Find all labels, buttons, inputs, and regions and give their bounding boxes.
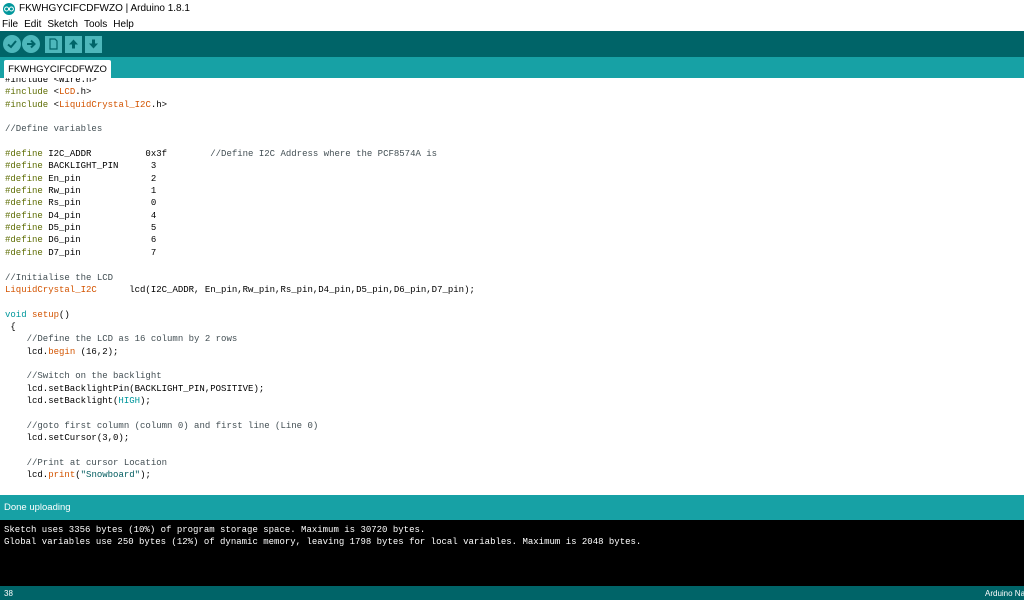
footer-bar: 38 Arduino Nano (0, 586, 1024, 600)
upload-button[interactable] (22, 35, 40, 53)
code-line: #define D5_pin 5 (5, 223, 157, 234)
checkmark-icon (7, 40, 17, 49)
status-bar: Done uploading (0, 495, 1024, 520)
save-button[interactable] (85, 35, 102, 53)
code-line: #define Rs_pin 0 (5, 198, 157, 209)
code-line: //Switch on the backlight (26, 371, 162, 382)
code-line: lcd.setBacklightPin(BACKLIGHT_PIN,POSITI… (5, 383, 265, 394)
menu-sketch[interactable]: Sketch (47, 19, 78, 30)
code-line: //Initialise the LCD (5, 272, 114, 283)
tab-sketch[interactable]: FKWHGYCIFCDFWZO (4, 60, 111, 78)
document-icon (49, 38, 58, 50)
code-editor[interactable]: #include <Wire.h> #include <LCD.h> #includ… (0, 78, 1024, 495)
code-line: lcd.setBacklight(HIGH); (5, 395, 151, 406)
code-line: #define I2C_ADDR 0x3f //Define I2C Addre… (5, 149, 438, 160)
up-arrow-icon (69, 39, 78, 49)
open-button[interactable] (65, 35, 82, 53)
code-line: #include <LiquidCrystal_I2C.h> (5, 99, 168, 110)
code-line: lcd.begin (16,2); (5, 346, 119, 357)
menu-tools[interactable]: Tools (84, 19, 107, 30)
title-bar: FKWHGYCIFCDFWZO | Arduino 1.8.1 (0, 0, 1024, 17)
new-button[interactable] (45, 35, 62, 53)
code-line: lcd.setCursor(3,0); (5, 432, 130, 443)
menu-edit[interactable]: Edit (24, 19, 41, 30)
line-number: 38 (4, 588, 13, 598)
code-line: //Define the LCD as 16 column by 2 rows (26, 334, 238, 345)
code-line: #define En_pin 2 (5, 173, 157, 184)
menu-file[interactable]: File (2, 19, 18, 30)
right-arrow-icon (27, 39, 36, 49)
code-line: #include <LCD.h> (5, 87, 92, 98)
code-line: //Print at cursor Location (26, 457, 168, 468)
code-line: LiquidCrystal_I2C lcd(I2C_ADDR, En_pin,R… (5, 284, 475, 295)
board-name: Arduino Nano (985, 588, 1024, 598)
menu-bar: File Edit Sketch Tools Help (0, 17, 1024, 31)
code-line: #define D4_pin 4 (5, 210, 157, 221)
code-line: #include <Wire.h> (5, 78, 97, 85)
status-message: Done uploading (4, 502, 71, 513)
tab-strip: FKWHGYCIFCDFWZO (0, 57, 1024, 78)
code-line: void setup() (5, 309, 70, 320)
console-output[interactable]: Sketch uses 3356 bytes (10%) of program … (0, 520, 1024, 586)
console-line: Global variables use 250 bytes (12%) of … (4, 537, 642, 547)
code-line: //goto first column (column 0) and first… (26, 420, 319, 431)
down-arrow-icon (89, 39, 98, 49)
code-line: lcd.print("Snowboard"); (5, 470, 151, 480)
code-text[interactable]: #include <Wire.h> #include <LCD.h> #includ… (5, 78, 475, 495)
console-line: Sketch uses 3356 bytes (10%) of program … (4, 525, 426, 535)
code-line: { (5, 321, 16, 332)
window-title: FKWHGYCIFCDFWZO | Arduino 1.8.1 (19, 3, 190, 14)
arduino-logo-icon (3, 2, 15, 15)
code-line: //Define variables (5, 124, 103, 135)
menu-help[interactable]: Help (113, 19, 134, 30)
toolbar (0, 31, 1024, 57)
code-line: #define Rw_pin 1 (5, 186, 157, 197)
code-line: #define D7_pin 7 (5, 247, 157, 258)
code-line: #define BACKLIGHT_PIN 3 (5, 161, 157, 172)
code-line: #define D6_pin 6 (5, 235, 157, 246)
verify-button[interactable] (3, 35, 21, 53)
